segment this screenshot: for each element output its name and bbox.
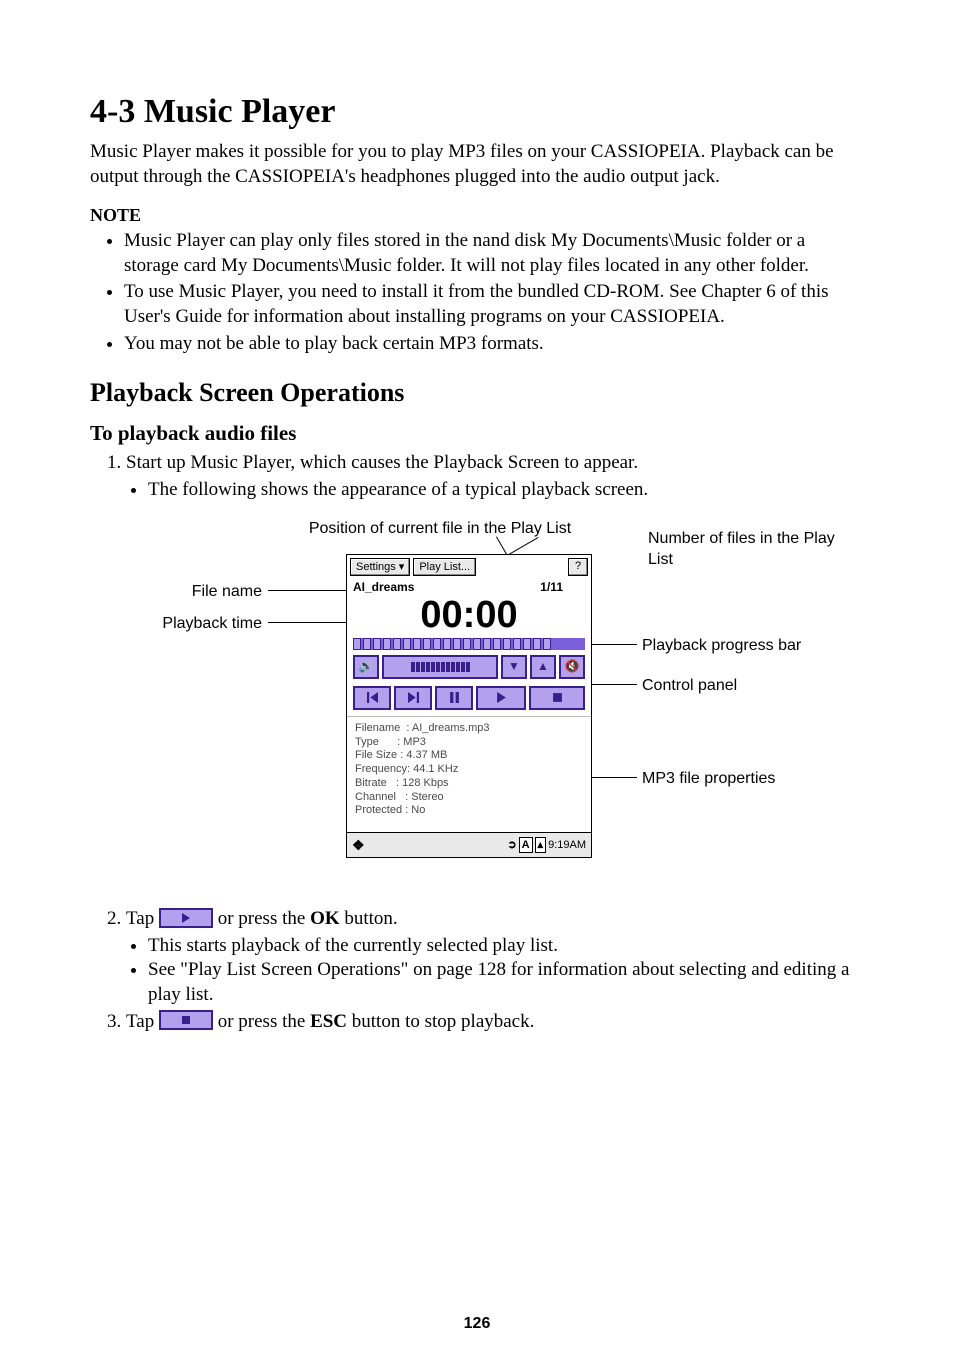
progress-bar[interactable] <box>353 638 585 650</box>
speaker-icon[interactable]: 🔊 <box>353 655 379 679</box>
play-icon[interactable] <box>476 686 526 710</box>
file-properties: Filename : AI_dreams.mp3 Type : MP3 File… <box>347 716 591 832</box>
prop-channel: Channel : Stereo <box>355 791 583 805</box>
esc-label: ESC <box>310 1011 347 1032</box>
start-icon[interactable]: ❖ <box>352 836 365 854</box>
ok-label: OK <box>310 908 340 929</box>
settings-menu[interactable]: Settings ▾ <box>350 558 410 576</box>
sip-up-icon[interactable]: ▴ <box>535 837 547 853</box>
step-1-sub: The following shows the appearance of a … <box>148 478 864 503</box>
playlist-button[interactable]: Play List... <box>413 558 476 576</box>
volume-slider[interactable] <box>382 655 498 679</box>
mute-icon[interactable]: 🔇 <box>559 655 585 679</box>
step-1-text: Start up Music Player, which causes the … <box>126 452 638 473</box>
procedure-steps: Start up Music Player, which causes the … <box>90 451 864 502</box>
step-2-pre: Tap <box>126 908 159 929</box>
step-3-end: button to stop playback. <box>347 1011 534 1032</box>
callout-position: Position of current file in the Play Lis… <box>280 519 600 540</box>
inline-play-icon <box>159 908 213 928</box>
callout-playbacktime: Playback time <box>90 614 262 635</box>
taskbar: ❖ ➲ A ▴ 9:19AM <box>347 832 591 857</box>
tray-icon[interactable]: ➲ <box>507 838 516 852</box>
prop-protected: Protected : No <box>355 804 583 818</box>
callout-progress: Playback progress bar <box>642 636 862 657</box>
playback-screen-diagram: Position of current file in the Play Lis… <box>90 519 865 889</box>
note-list: Music Player can play only files stored … <box>90 229 864 356</box>
prop-filename: Filename : AI_dreams.mp3 <box>355 722 583 736</box>
note-item: You may not be able to play back certain… <box>124 332 864 357</box>
step-3-post: or press the <box>213 1011 310 1032</box>
clock: 9:19AM <box>548 838 586 852</box>
stop-icon[interactable] <box>529 686 585 710</box>
note-item: Music Player can play only files stored … <box>124 229 864 278</box>
step-3: Tap or press the ESC button to stop play… <box>126 1010 864 1035</box>
note-item: To use Music Player, you need to install… <box>124 280 864 329</box>
note-heading: NOTE <box>90 204 864 227</box>
subsection-heading: Playback Screen Operations <box>90 376 864 410</box>
player-window: Settings ▾ Play List... ? AI_dreams 1/11… <box>346 554 592 858</box>
step-2-end: button. <box>340 908 398 929</box>
help-icon[interactable]: ? <box>568 558 588 576</box>
prop-type: Type : MP3 <box>355 736 583 750</box>
file-counter: 1/11 <box>540 580 563 596</box>
prop-filesize: File Size : 4.37 MB <box>355 749 583 763</box>
prev-track-icon[interactable] <box>353 686 391 710</box>
prop-frequency: Frequency: 44.1 KHz <box>355 763 583 777</box>
vol-up-icon[interactable]: ▲ <box>530 655 556 679</box>
procedure-heading: To playback audio files <box>90 420 864 447</box>
callout-numfiles: Number of files in the Play List <box>648 529 848 571</box>
next-track-icon[interactable] <box>394 686 432 710</box>
prop-bitrate: Bitrate : 128 Kbps <box>355 777 583 791</box>
sip-icon[interactable]: A <box>519 837 533 853</box>
step-2: Tap or press the OK button. This starts … <box>126 907 864 1008</box>
step-2-sub: This starts playback of the currently se… <box>148 934 864 959</box>
step-1: Start up Music Player, which causes the … <box>126 451 864 502</box>
section-title: 4-3 Music Player <box>90 90 864 134</box>
procedure-steps-cont: Tap or press the OK button. This starts … <box>90 907 864 1034</box>
current-file-name: AI_dreams <box>353 580 414 596</box>
callout-panel: Control panel <box>642 676 842 697</box>
vol-down-icon[interactable]: ▼ <box>501 655 527 679</box>
playback-time: 00:00 <box>347 596 591 634</box>
transport-row <box>347 681 591 712</box>
callout-props: MP3 file properties <box>642 769 842 790</box>
step-3-pre: Tap <box>126 1011 159 1032</box>
page-number: 126 <box>90 1314 864 1335</box>
pause-icon[interactable] <box>435 686 473 710</box>
volume-row: 🔊 ▼ ▲ 🔇 <box>347 650 591 681</box>
callout-filename: File name <box>90 582 262 603</box>
step-2-sub: See "Play List Screen Operations" on pag… <box>148 958 864 1007</box>
inline-stop-icon <box>159 1010 213 1030</box>
intro-paragraph: Music Player makes it possible for you t… <box>90 140 864 189</box>
step-2-post: or press the <box>213 908 310 929</box>
